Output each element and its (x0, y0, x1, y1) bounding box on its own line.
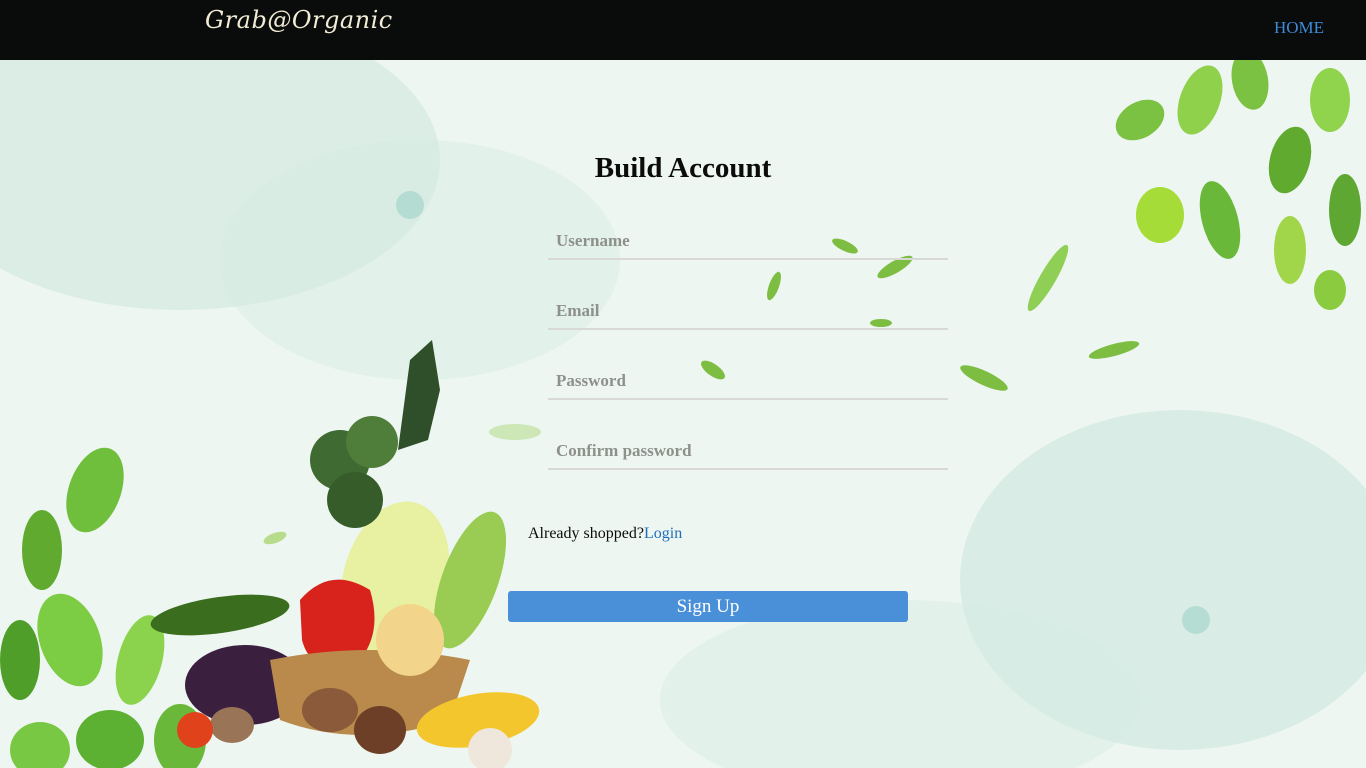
top-navbar: Grab@Organic HOME (0, 0, 1366, 60)
login-link[interactable]: Login (644, 525, 682, 542)
already-shopped-text: Already shopped? (528, 525, 644, 542)
password-input[interactable] (548, 364, 948, 400)
signup-button[interactable]: Sign Up (508, 591, 908, 622)
site-logo[interactable]: Grab@Organic (205, 6, 393, 34)
username-input[interactable] (548, 224, 948, 260)
confirm-password-input[interactable] (548, 434, 948, 470)
login-prompt: Already shopped?Login (528, 525, 682, 543)
email-input[interactable] (548, 294, 948, 330)
form-title: Build Account (594, 152, 772, 184)
nav-home-link[interactable]: HOME (1274, 18, 1324, 38)
